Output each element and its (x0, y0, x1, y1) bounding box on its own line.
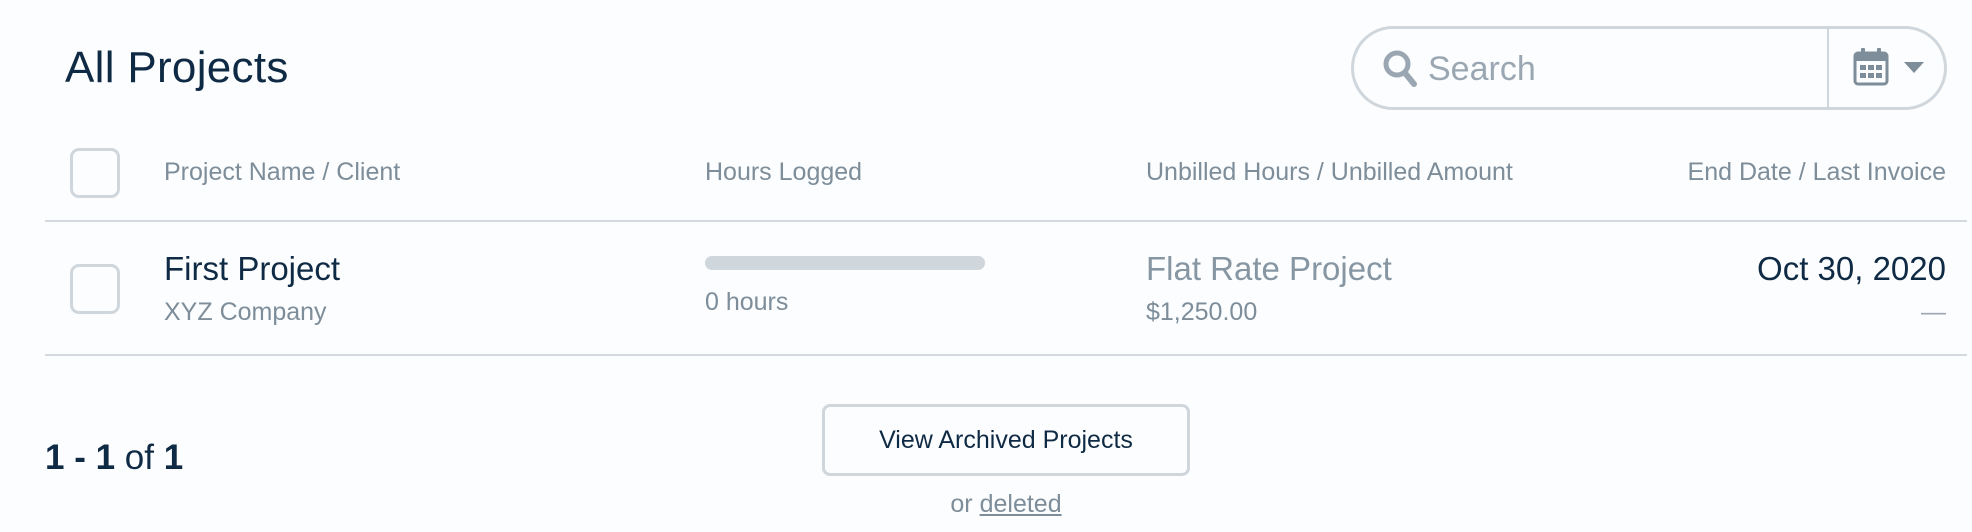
column-header-unbilled[interactable]: Unbilled Hours / Unbilled Amount (1146, 158, 1513, 187)
last-invoice: — (1921, 298, 1946, 326)
unbilled-amount: $1,250.00 (1146, 298, 1258, 326)
search-icon (1383, 50, 1417, 87)
hours-logged: 0 hours (705, 288, 789, 316)
table-header: Project Name / Client Hours Logged Unbil… (0, 140, 1972, 220)
search-input[interactable] (1426, 41, 1806, 97)
search-divider (1827, 29, 1829, 107)
hours-progress-bar (705, 256, 985, 270)
column-header-hours[interactable]: Hours Logged (705, 158, 862, 187)
billing-type: Flat Rate Project (1146, 250, 1392, 287)
pagination-of: of (124, 438, 154, 477)
column-header-end-date[interactable]: End Date / Last Invoice (1688, 158, 1946, 187)
date-filter-button[interactable] (1830, 29, 1944, 107)
row-checkbox[interactable] (70, 264, 120, 314)
table-row[interactable]: First Project XYZ Company 0 hours Flat R… (0, 222, 1972, 354)
view-archived-projects-button[interactable]: View Archived Projects (822, 404, 1190, 476)
calendar-icon (1853, 48, 1889, 86)
pagination-start: 1 (45, 438, 65, 477)
project-name-link[interactable]: First Project (164, 250, 340, 288)
pagination-total: 1 (163, 438, 184, 477)
end-date: Oct 30, 2020 (1757, 250, 1946, 287)
column-header-project[interactable]: Project Name / Client (164, 158, 400, 187)
deleted-projects-link[interactable]: deleted (980, 490, 1062, 518)
pagination-separator: - (74, 438, 86, 477)
search-bar (1351, 26, 1947, 110)
or-label: or (950, 490, 973, 518)
deleted-projects-line: or deleted (822, 490, 1190, 519)
row-divider (45, 354, 1967, 356)
pagination-summary: 1 - 1 of 1 (45, 438, 183, 478)
page-title: All Projects (65, 43, 289, 92)
select-all-checkbox[interactable] (70, 148, 120, 198)
client-name: XYZ Company (164, 298, 327, 326)
caret-down-icon (1904, 62, 1924, 73)
pagination-end: 1 (95, 438, 116, 477)
